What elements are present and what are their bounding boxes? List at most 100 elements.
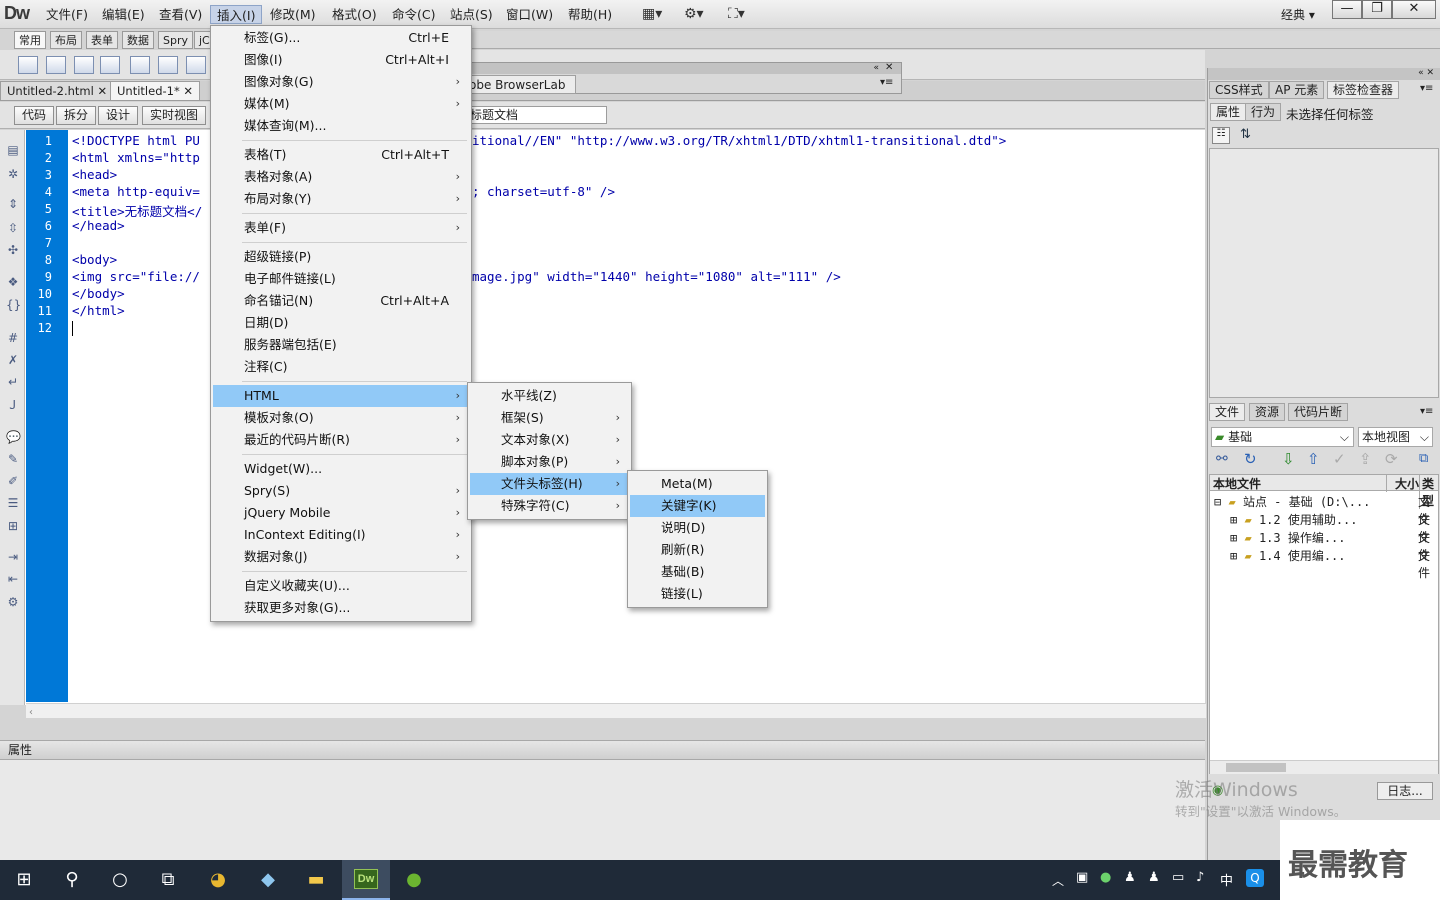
- view-select[interactable]: 本地视图 ⌵: [1358, 427, 1433, 447]
- open-documents-icon[interactable]: ▤: [6, 143, 20, 157]
- files-hscrollbar[interactable]: [1210, 760, 1438, 774]
- select-parent-tag-icon[interactable]: ❖: [6, 275, 20, 289]
- menu-insert[interactable]: 插入(I): [210, 5, 263, 24]
- menu-item-image[interactable]: 图像(I) Ctrl+Alt+I: [213, 49, 469, 71]
- wechat-icon[interactable]: ●: [1100, 870, 1111, 885]
- sort-az-icon[interactable]: ⇅: [1240, 127, 1251, 142]
- file-explorer-icon[interactable]: ▬: [302, 866, 330, 894]
- tab-css-styles[interactable]: CSS样式: [1209, 81, 1269, 99]
- site-icon[interactable]: ⛶▾: [728, 6, 745, 22]
- anchor-icon[interactable]: [74, 56, 94, 74]
- menu-view[interactable]: 查看(V): [153, 5, 208, 24]
- panel-menu-icon[interactable]: ▾≡: [880, 77, 893, 88]
- app-green-icon[interactable]: ●: [400, 866, 428, 894]
- menu-edit[interactable]: 编辑(E): [96, 5, 151, 24]
- move-css-icon[interactable]: ⊞: [6, 519, 20, 533]
- log-button[interactable]: 日志...: [1377, 782, 1433, 800]
- tree-row[interactable]: ⊞ ▰ 1.2 使用辅助... 文件: [1230, 511, 1438, 544]
- cortana-icon[interactable]: ○: [106, 866, 134, 894]
- insert-tab-forms[interactable]: 表单: [86, 31, 118, 49]
- hr-icon[interactable]: [100, 56, 120, 74]
- search-icon[interactable]: ⚲: [58, 866, 86, 894]
- network-icon[interactable]: ▭: [1172, 870, 1184, 885]
- menu-item-description[interactable]: 说明(D): [630, 517, 765, 539]
- restore-button[interactable]: ❐: [1362, 0, 1392, 19]
- menu-help[interactable]: 帮助(H): [562, 5, 618, 24]
- design-view-button[interactable]: 设计: [98, 106, 139, 125]
- qq-browser-icon[interactable]: Q: [1246, 869, 1264, 887]
- document-title-input[interactable]: 标题文档: [465, 106, 607, 124]
- scroll-thumb[interactable]: [1226, 763, 1286, 772]
- collapse-toggle-icon[interactable]: ⊟: [1214, 495, 1221, 509]
- menu-item-named-anchor[interactable]: 命名锚记(N) Ctrl+Alt+A: [213, 290, 469, 312]
- outdent-icon[interactable]: ⇤: [6, 572, 20, 586]
- menu-item-meta[interactable]: Meta(M): [630, 473, 765, 495]
- menu-item-get-more-objects[interactable]: 获取更多对象(G)...: [213, 597, 469, 619]
- menu-item-layout-objects[interactable]: 布局对象(Y) ›: [213, 188, 469, 210]
- collapse-tag-icon[interactable]: ⇕: [6, 197, 20, 211]
- menu-item-text-objects[interactable]: 文本对象(X) ›: [470, 429, 629, 451]
- menu-item-table[interactable]: 表格(T) Ctrl+Alt+T: [213, 144, 469, 166]
- menu-item-table-objects[interactable]: 表格对象(A) ›: [213, 166, 469, 188]
- menu-item-image-objects[interactable]: 图像对象(G) ›: [213, 71, 469, 93]
- tree-row[interactable]: ⊞ ▰ 1.3 操作编... 文件: [1230, 529, 1438, 562]
- collapse-selection-icon[interactable]: ⇳: [6, 221, 20, 235]
- check-out-icon[interactable]: ✓: [1333, 450, 1346, 468]
- menu-item-server-include[interactable]: 服务器端包括(E): [213, 334, 469, 356]
- menu-item-recent-snippets[interactable]: 最近的代码片断(R) ›: [213, 429, 469, 451]
- category-view-icon[interactable]: ☷: [1212, 127, 1230, 144]
- menu-file[interactable]: 文件(F): [40, 5, 94, 24]
- tab-ap-elements[interactable]: AP 元素: [1269, 81, 1325, 99]
- expand-toggle-icon[interactable]: ⊞: [1230, 531, 1237, 545]
- ime-indicator[interactable]: 中: [1220, 870, 1233, 889]
- menu-item-data-objects[interactable]: 数据对象(J) ›: [213, 546, 469, 568]
- live-view-button[interactable]: 实时视图: [142, 106, 207, 125]
- insert-tab-common[interactable]: 常用: [14, 31, 46, 49]
- panel-menu-icon[interactable]: ▾≡: [1420, 83, 1433, 94]
- insert-tab-spry[interactable]: Spry: [158, 31, 193, 49]
- menu-item-jquery-mobile[interactable]: jQuery Mobile ›: [213, 502, 469, 524]
- menu-item-special-characters[interactable]: 特殊字符(C) ›: [470, 495, 629, 517]
- minimize-button[interactable]: —: [1332, 0, 1362, 19]
- qq2-icon[interactable]: ♟: [1148, 870, 1160, 885]
- word-wrap-icon[interactable]: ↵: [6, 375, 20, 389]
- browserlab-tab[interactable]: obe BrowserLab: [466, 75, 576, 94]
- volume-icon[interactable]: ♪: [1196, 870, 1204, 885]
- balance-braces-icon[interactable]: {}: [6, 298, 21, 312]
- sync-icon[interactable]: ⟳: [1385, 450, 1398, 468]
- get-files-icon[interactable]: ⇩: [1282, 450, 1295, 468]
- menu-item-hyperlink[interactable]: 超级链接(P): [213, 246, 469, 268]
- menu-item-comment[interactable]: 注释(C): [213, 356, 469, 378]
- syntax-coloring-icon[interactable]: ꓙ: [6, 398, 20, 412]
- tab-assets[interactable]: 资源: [1249, 403, 1286, 421]
- collapse-icon[interactable]: «: [466, 63, 901, 74]
- tab-tag-inspector[interactable]: 标签检查器: [1327, 81, 1400, 99]
- recent-snippets-icon[interactable]: ☰: [6, 496, 20, 510]
- menu-item-media-query[interactable]: 媒体查询(M)...: [213, 115, 469, 137]
- menu-item-custom-favorites[interactable]: 自定义收藏夹(U)...: [213, 575, 469, 597]
- menu-window[interactable]: 窗口(W): [500, 5, 559, 24]
- menu-item-refresh[interactable]: 刷新(R): [630, 539, 765, 561]
- highlight-invalid-icon[interactable]: ✗: [6, 353, 20, 367]
- menu-item-email-link[interactable]: 电子邮件链接(L): [213, 268, 469, 290]
- task-view-icon[interactable]: ⧉: [154, 866, 182, 894]
- insert-tab-data[interactable]: 数据: [122, 31, 154, 49]
- hyperlink-icon[interactable]: [18, 56, 38, 74]
- qq-icon[interactable]: ♟: [1124, 870, 1136, 885]
- header-size[interactable]: 大小: [1386, 475, 1419, 492]
- collapse-icon[interactable]: « ✕: [1208, 68, 1440, 80]
- tab-attributes[interactable]: 属性: [1210, 103, 1247, 121]
- split-view-button[interactable]: 拆分: [56, 106, 97, 125]
- menu-item-media[interactable]: 媒体(M) ›: [213, 93, 469, 115]
- tree-row[interactable]: ⊞ ▰ 1.4 使用编... 文件: [1230, 547, 1438, 580]
- menu-item-keywords[interactable]: 关键字(K): [630, 495, 765, 517]
- properties-panel-header[interactable]: 属性: [0, 740, 1205, 760]
- close-icon[interactable]: ✕: [183, 84, 193, 98]
- show-hidden-icons[interactable]: ︿: [1052, 872, 1064, 889]
- menu-command[interactable]: 命令(C): [386, 5, 441, 24]
- menu-item-tag[interactable]: 标签(G)... Ctrl+E: [213, 27, 469, 49]
- menu-item-spry[interactable]: Spry(S) ›: [213, 480, 469, 502]
- panel-menu-icon[interactable]: ▾≡: [1420, 406, 1433, 417]
- doc-tab-untitled1[interactable]: Untitled-1* ✕: [110, 81, 201, 101]
- tray-icon[interactable]: ▣: [1076, 870, 1088, 885]
